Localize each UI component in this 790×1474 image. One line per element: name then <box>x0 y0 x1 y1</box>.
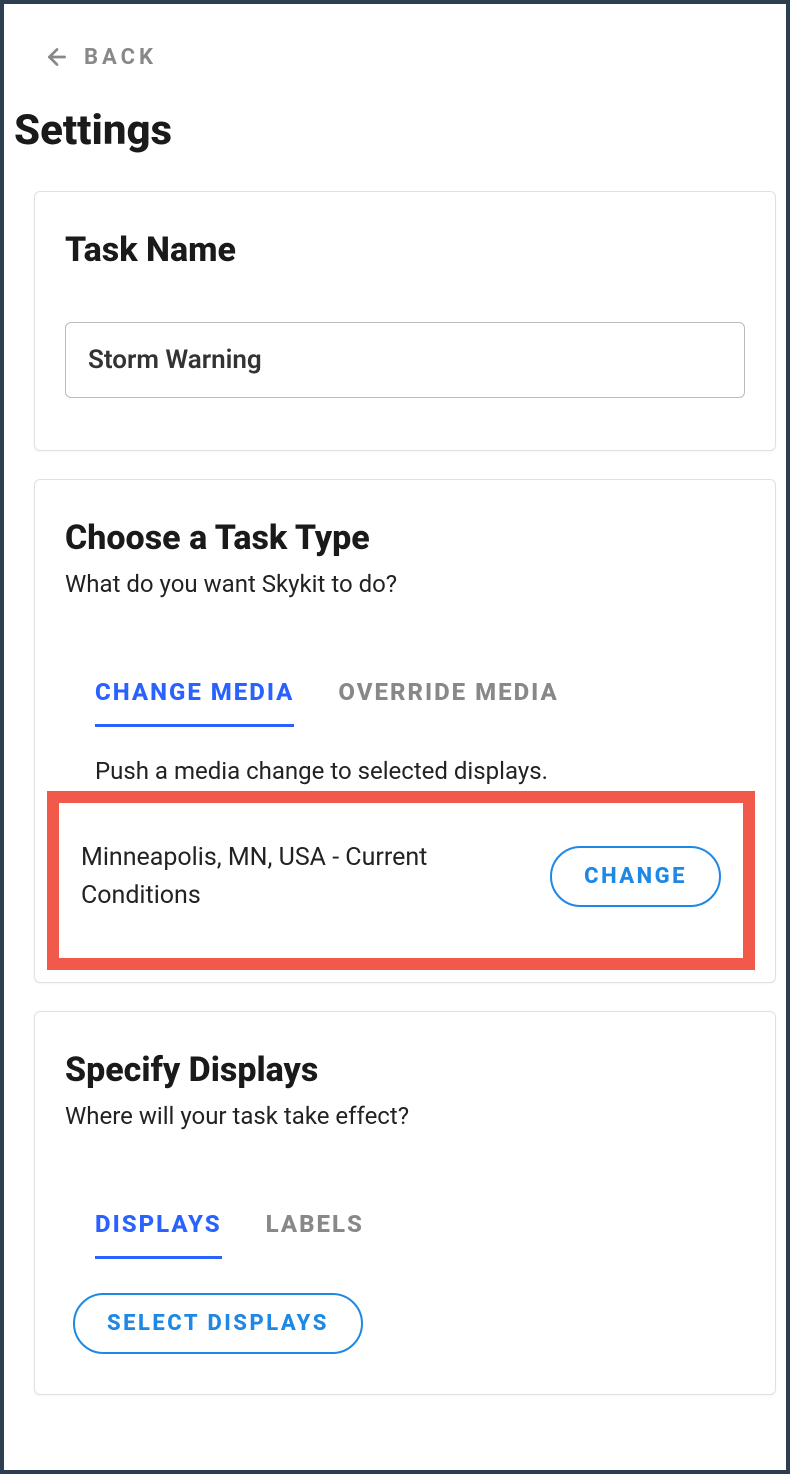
select-displays-button[interactable]: SELECT DISPLAYS <box>73 1293 363 1354</box>
task-type-subtitle: What do you want Skykit to do? <box>65 570 745 598</box>
tab-change-media[interactable]: CHANGE MEDIA <box>95 678 294 727</box>
tab-labels[interactable]: LABELS <box>266 1210 364 1259</box>
task-type-tabs: CHANGE MEDIA OVERRIDE MEDIA <box>65 678 745 727</box>
task-name-input[interactable] <box>65 322 745 398</box>
select-displays-wrapper: SELECT DISPLAYS <box>65 1259 745 1354</box>
arrow-left-icon <box>44 44 70 70</box>
selected-media-highlight: Minneapolis, MN, USA - Current Condition… <box>47 791 755 970</box>
displays-title: Specify Displays <box>65 1050 745 1090</box>
displays-card: Specify Displays Where will your task ta… <box>34 1011 776 1395</box>
selected-media-label: Minneapolis, MN, USA - Current Condition… <box>81 839 530 914</box>
back-link[interactable]: BACK <box>4 44 786 106</box>
task-type-card: Choose a Task Type What do you want Skyk… <box>34 479 776 983</box>
task-type-description: Push a media change to selected displays… <box>95 757 715 785</box>
tab-override-media[interactable]: OVERRIDE MEDIA <box>338 678 558 727</box>
task-type-title: Choose a Task Type <box>65 518 745 558</box>
back-label: BACK <box>84 45 157 70</box>
task-type-tab-content: Push a media change to selected displays… <box>65 727 745 785</box>
displays-tabs: DISPLAYS LABELS <box>65 1210 745 1259</box>
task-name-card: Task Name <box>34 191 776 451</box>
displays-subtitle: Where will your task take effect? <box>65 1102 745 1130</box>
page-title: Settings <box>4 106 786 191</box>
change-media-button[interactable]: CHANGE <box>550 846 721 907</box>
tab-displays[interactable]: DISPLAYS <box>95 1210 222 1259</box>
task-name-title: Task Name <box>65 230 745 270</box>
